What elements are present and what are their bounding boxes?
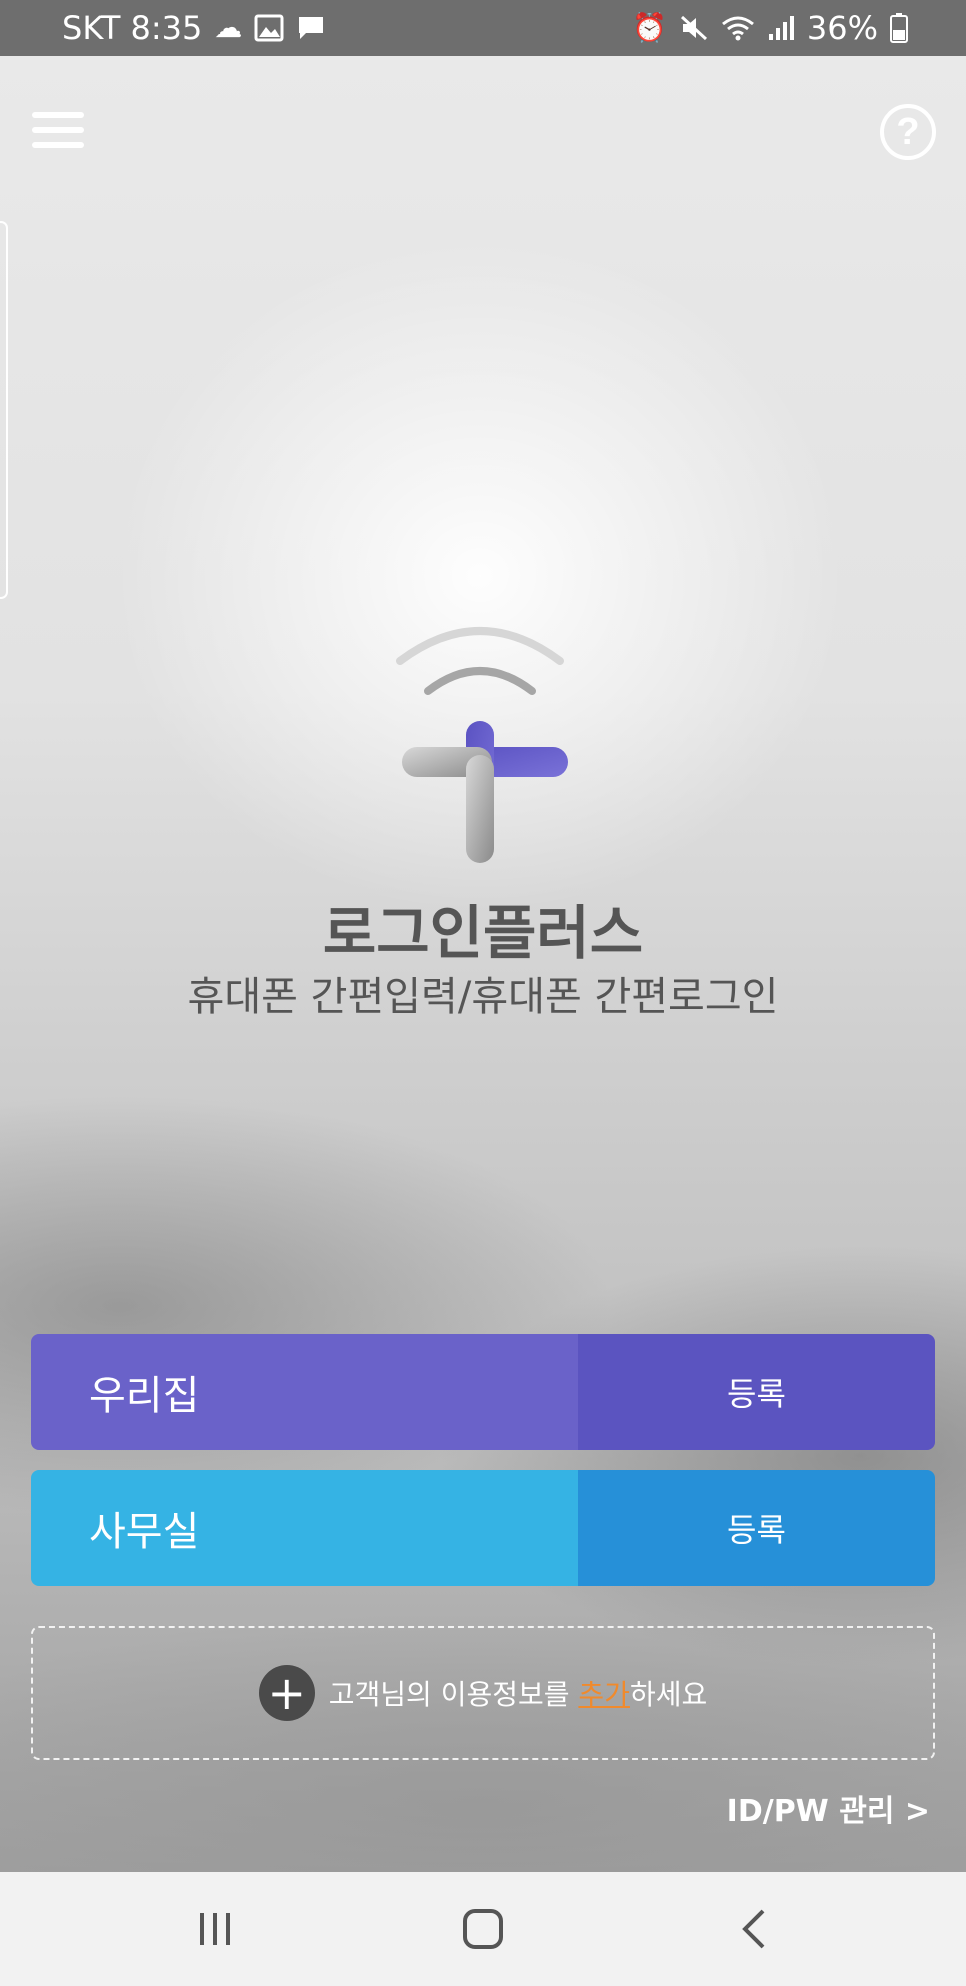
- app-logo-icon: [396, 627, 568, 863]
- idpw-manage-link[interactable]: ID/PW 관리 >: [727, 1786, 930, 1830]
- alarm-icon: ⏰: [632, 11, 667, 44]
- signal-icon: [768, 16, 794, 40]
- app-subtitle: 휴대폰 간편입력/휴대폰 간편로그인: [187, 974, 779, 1020]
- mute-icon: [680, 15, 707, 41]
- carrier-time: SKT 8:35: [62, 9, 203, 47]
- add-info-text-before: 고객님의 이용정보를: [328, 1678, 579, 1711]
- add-info-link[interactable]: 추가: [578, 1678, 630, 1711]
- battery-percent: 36%: [806, 9, 878, 47]
- hamburger-menu-icon[interactable]: [30, 108, 86, 152]
- add-icon: +: [258, 1665, 315, 1721]
- main-screen: ? 로그인플러스 휴대폰 간편입력/휴대폰 간편로그인 우리집 등록 사무실 등…: [0, 56, 966, 1872]
- cloud-icon: ☁: [214, 11, 243, 44]
- status-right: ⏰ 36%: [632, 9, 908, 47]
- back-icon: [742, 1909, 765, 1949]
- wifi-icon: [721, 16, 754, 41]
- status-left: SKT 8:35 ☁: [62, 9, 326, 47]
- status-bar: SKT 8:35 ☁ ⏰ 36%: [0, 0, 966, 56]
- entry-home-name[interactable]: 우리집: [31, 1334, 578, 1450]
- recent-apps-icon: [200, 1913, 230, 1945]
- battery-icon: [890, 13, 908, 43]
- entry-office-register-button[interactable]: 등록: [578, 1470, 935, 1586]
- back-button[interactable]: [695, 1872, 815, 1986]
- add-info-button[interactable]: + 고객님의 이용정보를 추가하세요: [31, 1626, 935, 1760]
- system-nav-bar: [0, 1872, 966, 1986]
- recent-apps-button[interactable]: [155, 1872, 275, 1986]
- image-icon: [254, 14, 284, 42]
- entry-home-register-button[interactable]: 등록: [578, 1334, 935, 1450]
- app-title: 로그인플러스: [322, 899, 644, 967]
- message-icon: [299, 17, 324, 39]
- home-button[interactable]: [423, 1872, 543, 1986]
- entry-office[interactable]: 사무실 등록: [31, 1470, 935, 1586]
- side-panel-handle[interactable]: [0, 221, 8, 599]
- home-icon: [463, 1909, 503, 1949]
- help-button[interactable]: ?: [880, 104, 936, 160]
- entry-office-name[interactable]: 사무실: [31, 1470, 578, 1586]
- help-icon: ?: [896, 110, 920, 153]
- add-info-text: 고객님의 이용정보를 추가하세요: [329, 1673, 707, 1713]
- entry-home[interactable]: 우리집 등록: [31, 1334, 935, 1450]
- add-info-text-after: 하세요: [629, 1678, 708, 1711]
